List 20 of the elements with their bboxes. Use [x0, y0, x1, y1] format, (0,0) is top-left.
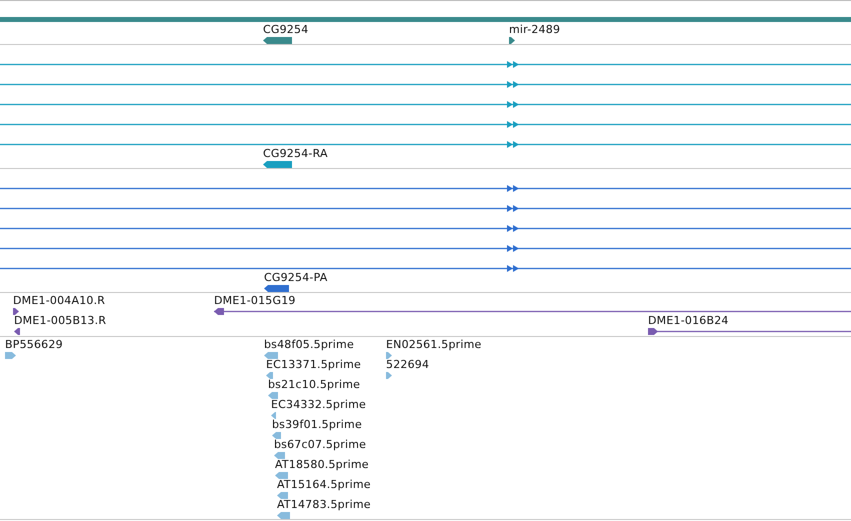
feature-label: BP556629: [5, 339, 63, 351]
feature-label: DME1-016B24: [648, 315, 729, 327]
feature-label: DME1-005B13.R: [14, 315, 106, 327]
feature-label: bs67c07.5prime: [274, 439, 366, 451]
feature-label: AT18580.5prime: [275, 459, 369, 471]
feature-label: CG9254: [263, 24, 308, 36]
feature-label: bs48f05.5prime: [264, 339, 354, 351]
feature-label: EC13371.5prime: [266, 359, 361, 371]
feature-label: DME1-004A10.R: [13, 295, 106, 307]
feature-label: EC34332.5prime: [271, 399, 366, 411]
feature-label: AT14783.5prime: [277, 499, 371, 511]
feature-label: bs39f01.5prime: [272, 419, 362, 431]
feature-label: bs21c10.5prime: [268, 379, 360, 391]
feature-label: DME1-015G19: [214, 295, 296, 307]
feature-label: mir-2489: [509, 24, 560, 36]
feature-label: EN02561.5prime: [386, 339, 482, 351]
feature-label: AT15164.5prime: [277, 479, 371, 491]
feature-label: 522694: [386, 359, 430, 371]
feature-label: CG9254-PA: [264, 272, 328, 284]
feature-label: CG9254-RA: [263, 148, 328, 160]
